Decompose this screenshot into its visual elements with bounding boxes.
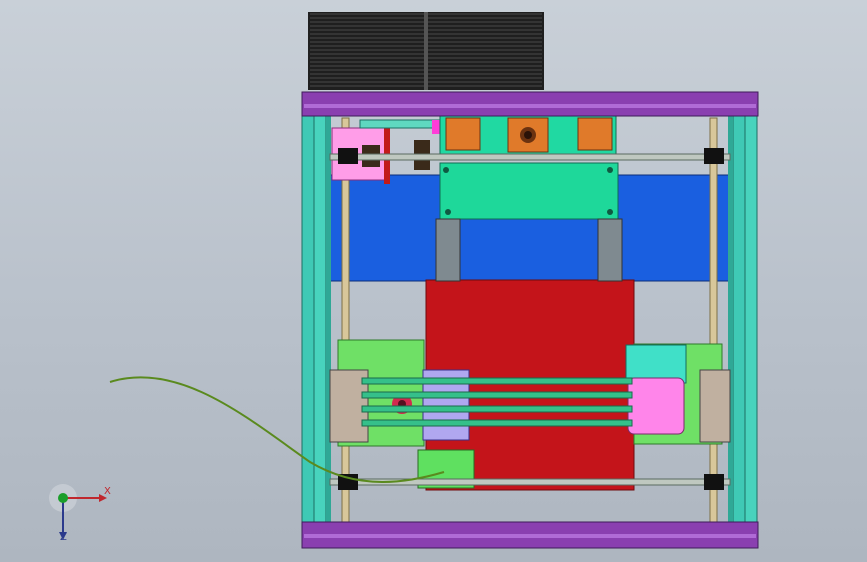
- left-frame-column: [301, 111, 331, 525]
- printer-assembly-model[interactable]: [0, 0, 867, 562]
- right-z-rod: [709, 117, 718, 523]
- top-frame-beam: [301, 91, 759, 117]
- cad-viewport[interactable]: X Z: [0, 0, 867, 562]
- top-x-rod: [329, 153, 731, 161]
- z-axis-label: Z: [60, 532, 67, 543]
- right-frame-column: [728, 111, 758, 525]
- x-axis-label: X: [104, 486, 111, 497]
- bottom-frame-beam: [301, 521, 759, 549]
- filament-spool[interactable]: [308, 12, 544, 90]
